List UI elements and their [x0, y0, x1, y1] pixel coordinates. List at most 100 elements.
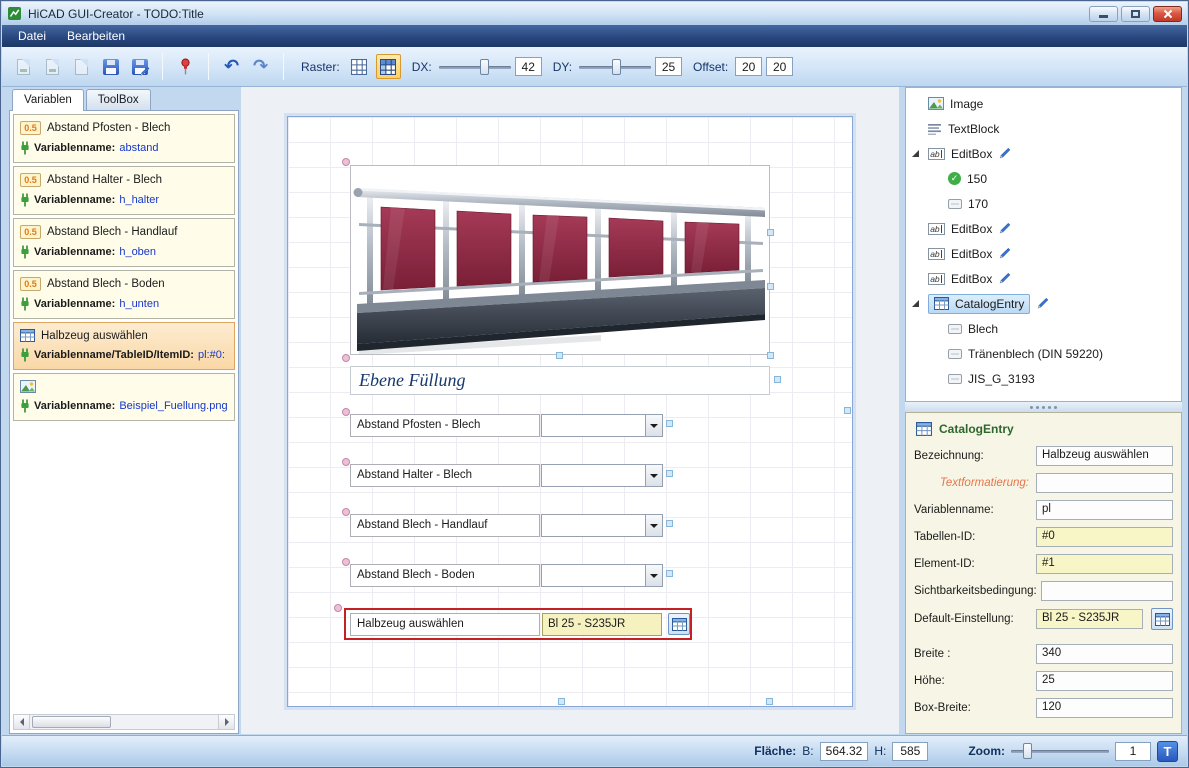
sichtbarkeit-field[interactable]: [1041, 581, 1173, 601]
scrollbar-thumb[interactable]: [32, 716, 111, 728]
selection-handle[interactable]: [556, 352, 563, 359]
undo-button[interactable]: ↶: [219, 54, 244, 79]
dropdown[interactable]: [541, 464, 663, 487]
selection-handle[interactable]: [342, 158, 350, 166]
redo-button[interactable]: ↷: [248, 54, 273, 79]
dx-slider-thumb[interactable]: [480, 59, 489, 75]
selection-handle[interactable]: [774, 376, 781, 383]
panel-splitter[interactable]: [905, 402, 1182, 412]
edit-pencil-icon[interactable]: [998, 147, 1011, 160]
edit-pencil-icon[interactable]: [998, 247, 1011, 260]
tree-item-editbox[interactable]: EditBox: [906, 216, 1181, 241]
selection-handle[interactable]: [767, 229, 774, 236]
tree-item-jis-g-3193[interactable]: JIS_G_3193: [906, 366, 1181, 391]
scrollbar-track[interactable]: [30, 715, 218, 729]
tree-item-image[interactable]: Image: [906, 91, 1181, 116]
selected-tree-item[interactable]: CatalogEntry: [928, 294, 1030, 314]
dropdown[interactable]: [541, 564, 663, 587]
edit-pencil-icon[interactable]: [1036, 297, 1049, 310]
menu-item-bearbeiten[interactable]: Bearbeiten: [58, 26, 134, 46]
variable-card[interactable]: Abstand Halter - Blech Variablenname:h_h…: [13, 166, 235, 215]
tree-item-editbox[interactable]: EditBox: [906, 266, 1181, 291]
scroll-left-button[interactable]: [14, 715, 30, 729]
tree-item-blech[interactable]: Blech: [906, 316, 1181, 341]
minimize-button[interactable]: [1089, 6, 1118, 22]
tree-item-170[interactable]: 170: [906, 191, 1181, 216]
tree-item-editbox[interactable]: EditBox: [906, 241, 1181, 266]
copy-button[interactable]: [40, 54, 65, 79]
dropdown[interactable]: [541, 414, 663, 437]
selection-handle[interactable]: [766, 698, 773, 705]
tree-item-catalogentry-selected[interactable]: CatalogEntry: [906, 291, 1181, 316]
form-row[interactable]: Abstand Pfosten - Blech: [350, 414, 663, 437]
variablenname-field[interactable]: pl: [1036, 500, 1173, 520]
dropdown[interactable]: [541, 514, 663, 537]
tree-item-traenenblech[interactable]: Tränenblech (DIN 59220): [906, 341, 1181, 366]
variable-card[interactable]: Variablenname:Beispiel_Fuellung.png: [13, 373, 235, 421]
breite-field[interactable]: 340: [1036, 644, 1173, 664]
variable-card[interactable]: Abstand Blech - Boden Variablenname:h_un…: [13, 270, 235, 319]
pin-button[interactable]: [173, 54, 198, 79]
dy-slider-thumb[interactable]: [612, 59, 621, 75]
bezeichnung-field[interactable]: Halbzeug auswählen: [1036, 446, 1173, 466]
textformatierung-field[interactable]: [1036, 473, 1173, 493]
menu-item-datei[interactable]: Datei: [9, 26, 55, 46]
grid-button-2[interactable]: [376, 54, 401, 79]
selection-handle[interactable]: [342, 458, 350, 466]
offset-x-field[interactable]: 20: [735, 57, 762, 76]
expander-icon[interactable]: [911, 298, 922, 309]
form-row[interactable]: Abstand Blech - Boden: [350, 564, 663, 587]
selection-handle[interactable]: [342, 408, 350, 416]
selection-handle[interactable]: [844, 407, 851, 414]
variable-card[interactable]: Abstand Pfosten - Blech Variablenname:ab…: [13, 114, 235, 163]
edit-pencil-icon[interactable]: [998, 222, 1011, 235]
form-row[interactable]: Abstand Blech - Handlauf: [350, 514, 663, 537]
title-element[interactable]: Ebene Füllung: [350, 366, 770, 395]
selection-handle[interactable]: [334, 604, 342, 612]
default-field[interactable]: Bl 25 - S235JR: [1036, 609, 1143, 629]
scroll-right-button[interactable]: [218, 715, 234, 729]
area-width-field[interactable]: 564.32: [820, 742, 869, 761]
zoom-slider[interactable]: [1011, 742, 1109, 760]
text-tool-button[interactable]: [1157, 741, 1178, 762]
element-id-field[interactable]: #1: [1036, 554, 1173, 574]
catalog-value-field[interactable]: Bl 25 - S235JR: [542, 613, 662, 636]
selection-handle[interactable]: [558, 698, 565, 705]
tab-variablen[interactable]: Variablen: [12, 89, 84, 111]
dy-slider[interactable]: [579, 58, 651, 76]
dx-slider[interactable]: [439, 58, 511, 76]
catalog-button[interactable]: [668, 613, 690, 635]
horizontal-scrollbar[interactable]: [13, 714, 235, 730]
selection-handle[interactable]: [666, 470, 673, 477]
dx-value-field[interactable]: 42: [515, 57, 542, 76]
variable-card[interactable]: Abstand Blech - Handlauf Variablenname:h…: [13, 218, 235, 267]
dy-value-field[interactable]: 25: [655, 57, 682, 76]
save-button[interactable]: [98, 54, 123, 79]
import-button[interactable]: [69, 54, 94, 79]
selection-handle[interactable]: [767, 283, 774, 290]
save-as-button[interactable]: [127, 54, 152, 79]
form-row[interactable]: Abstand Halter - Blech: [350, 464, 663, 487]
tab-toolbox[interactable]: ToolBox: [86, 89, 151, 110]
expander-icon[interactable]: [911, 148, 922, 159]
maximize-button[interactable]: [1121, 6, 1150, 22]
offset-y-field[interactable]: 20: [766, 57, 793, 76]
selection-handle[interactable]: [666, 520, 673, 527]
area-height-field[interactable]: 585: [892, 742, 928, 761]
selection-handle[interactable]: [342, 558, 350, 566]
close-button[interactable]: [1153, 6, 1182, 22]
image-element[interactable]: [350, 165, 770, 355]
new-button[interactable]: [11, 54, 36, 79]
tabellen-id-field[interactable]: #0: [1036, 527, 1173, 547]
selection-handle[interactable]: [666, 420, 673, 427]
selection-handle[interactable]: [342, 354, 350, 362]
selection-handle[interactable]: [767, 352, 774, 359]
tree-item-textblock[interactable]: TextBlock: [906, 116, 1181, 141]
tree-item-editbox[interactable]: EditBox: [906, 141, 1181, 166]
zoom-slider-thumb[interactable]: [1023, 743, 1032, 759]
tree-item-150[interactable]: 150: [906, 166, 1181, 191]
default-catalog-button[interactable]: [1151, 608, 1173, 630]
box-breite-field[interactable]: 120: [1036, 698, 1173, 718]
catalog-row-selected[interactable]: Halbzeug auswählen Bl 25 - S235JR: [344, 608, 692, 640]
hoehe-field[interactable]: 25: [1036, 671, 1173, 691]
